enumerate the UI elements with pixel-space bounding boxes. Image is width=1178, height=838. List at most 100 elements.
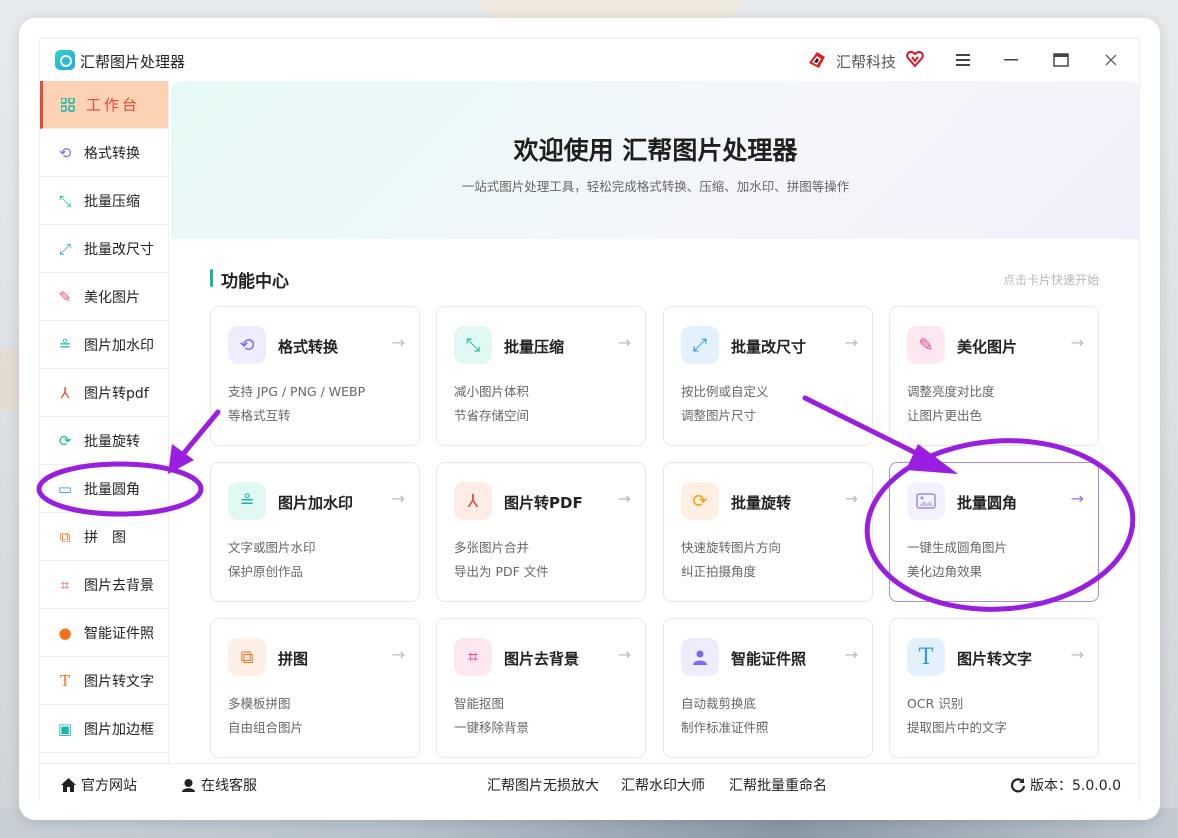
- vip-heart-icon[interactable]: [906, 50, 924, 68]
- card-desc: 文字或图片水印: [228, 540, 316, 555]
- card-title: 图片加水印: [278, 494, 354, 512]
- link-batch-rename[interactable]: 汇帮批量重命名: [729, 775, 827, 795]
- card-title: 智能证件照: [731, 650, 807, 668]
- card-compress[interactable]: ⤡ 批量压缩 → 减小图片体积 节省存储空间: [436, 306, 646, 446]
- border-icon: ▣: [57, 719, 73, 738]
- arrow-right-icon: →: [617, 333, 631, 352]
- website-link[interactable]: 官方网站: [60, 775, 137, 795]
- card-title: 批量改尺寸: [731, 338, 807, 356]
- sidebar-item-rounded-corner[interactable]: ▭ 批量圆角: [40, 465, 168, 513]
- card-id-photo[interactable]: 智能证件照 → 自动裁剪换底 制作标准证件照: [663, 618, 873, 758]
- sidebar-item-ocr[interactable]: T 图片转文字: [40, 657, 168, 705]
- arrow-right-icon: →: [844, 645, 858, 664]
- card-desc: 调整图片尺寸: [681, 408, 757, 423]
- welcome-title: 欢迎使用 汇帮图片处理器: [513, 136, 798, 165]
- minimize-button[interactable]: [997, 47, 1025, 73]
- card-collage[interactable]: ⧉ 拼图 → 多模板拼图 自由组合图片: [210, 618, 420, 758]
- compress-icon: ⤡: [58, 191, 71, 210]
- card-desc: 自动裁剪换底: [681, 696, 757, 711]
- resize-icon: ⤢: [681, 326, 719, 364]
- crop-icon: ⌗: [60, 575, 70, 594]
- convert-icon: ⟲: [228, 326, 266, 364]
- card-format-convert[interactable]: ⟲ 格式转换 → 支持 JPG / PNG / WEBP 等格式互转: [210, 306, 420, 446]
- image-icon: [907, 482, 945, 520]
- card-watermark[interactable]: ≗ 图片加水印 → 文字或图片水印 保护原创作品: [210, 462, 420, 602]
- card-beautify[interactable]: ✎ 美化图片 → 调整亮度对比度 让图片更出色: [889, 306, 1099, 446]
- card-desc: OCR 识别: [907, 696, 964, 711]
- sidebar-item-label: 美化图片: [84, 289, 140, 306]
- card-desc: 智能抠图: [454, 696, 505, 711]
- sidebar-item-label: 图片转文字: [84, 673, 154, 690]
- sidebar-item-rotate[interactable]: ⟳ 批量旋转: [40, 417, 168, 465]
- watermark-icon: ≗: [228, 482, 266, 520]
- sidebar-item-label: 图片转pdf: [84, 385, 149, 402]
- brand-name: 汇帮科技: [836, 53, 897, 71]
- pdf-icon: ⅄: [60, 383, 70, 402]
- app-logo-icon: [55, 50, 75, 70]
- sidebar: 工作台 ⟲ 格式转换 ⤡ 批量压缩 ⤢ 批量改尺寸 ✎ 美化图片 ≗ 图片加水印…: [40, 81, 169, 763]
- sidebar-item-to-pdf[interactable]: ⅄ 图片转pdf: [40, 369, 168, 417]
- sidebar-item-beautify[interactable]: ✎ 美化图片: [40, 273, 168, 321]
- sidebar-item-compress[interactable]: ⤡ 批量压缩: [40, 177, 168, 225]
- app-title: 汇帮图片处理器: [80, 53, 186, 71]
- card-desc: 美化边角效果: [907, 564, 983, 579]
- card-desc: 自由组合图片: [228, 720, 304, 735]
- text-icon: T: [907, 638, 945, 676]
- close-button[interactable]: [1097, 47, 1125, 73]
- card-to-pdf[interactable]: ⅄ 图片转PDF → 多张图片合并 导出为 PDF 文件: [436, 462, 646, 602]
- sidebar-item-remove-bg[interactable]: ⌗ 图片去背景: [40, 561, 168, 609]
- support-link[interactable]: 在线客服: [180, 775, 257, 795]
- collage-icon: ⧉: [228, 638, 266, 676]
- arrow-right-icon: →: [391, 489, 405, 508]
- website-label: 官方网站: [81, 778, 137, 794]
- menu-icon[interactable]: [949, 47, 977, 73]
- arrow-right-icon: →: [617, 489, 631, 508]
- link-watermark-master[interactable]: 汇帮水印大师: [621, 775, 705, 795]
- card-desc: 减小图片体积: [454, 384, 530, 399]
- sidebar-item-label: 批量旋转: [84, 433, 140, 450]
- sidebar-item-watermark[interactable]: ≗ 图片加水印: [40, 321, 168, 369]
- version-info[interactable]: 版本：5.0.0.0: [1010, 775, 1121, 795]
- link-lossless-upscale[interactable]: 汇帮图片无损放大: [487, 775, 599, 795]
- card-resize[interactable]: ⤢ 批量改尺寸 → 按比例或自定义 调整图片尺寸: [663, 306, 873, 446]
- sidebar-item-label: 格式转换: [84, 145, 140, 162]
- sidebar-item-label: 图片加水印: [84, 337, 154, 354]
- person-icon: [681, 638, 719, 676]
- card-desc: 一键生成圆角图片: [907, 540, 1008, 555]
- arrow-right-icon: →: [617, 645, 631, 664]
- resize-icon: ⤢: [58, 239, 71, 258]
- pdf-icon: ⅄: [454, 482, 492, 520]
- card-title: 图片转PDF: [504, 494, 583, 512]
- card-remove-bg[interactable]: ⌗ 图片去背景 → 智能抠图 一键移除背景: [436, 618, 646, 758]
- card-ocr[interactable]: T 图片转文字 → OCR 识别 提取图片中的文字: [889, 618, 1099, 758]
- maximize-button[interactable]: [1047, 47, 1075, 73]
- card-desc: 节省存储空间: [454, 408, 530, 423]
- watermark-icon: ≗: [58, 335, 72, 354]
- section-title: 功能中心: [221, 272, 289, 292]
- sidebar-item-border[interactable]: ▣ 图片加边框: [40, 705, 168, 753]
- card-desc: 等格式互转: [228, 408, 291, 423]
- footer-bar: 官方网站 在线客服 汇帮图片无损放大 汇帮水印大师 汇帮批量重命名 版本：5.0…: [40, 763, 1139, 803]
- support-label: 在线客服: [201, 778, 257, 794]
- section-hint: 点击卡片快速开始: [1002, 273, 1099, 287]
- card-desc: 让图片更出色: [907, 408, 983, 423]
- card-rotate[interactable]: ⟳ 批量旋转 → 快速旋转图片方向 纠正拍摄角度: [663, 462, 873, 602]
- beautify-icon: ✎: [907, 326, 945, 364]
- card-desc: 快速旋转图片方向: [681, 540, 782, 555]
- card-title: 拼图: [278, 650, 309, 668]
- sidebar-item-format-convert[interactable]: ⟲ 格式转换: [40, 129, 168, 177]
- arrow-right-icon: →: [844, 333, 858, 352]
- sidebar-item-workbench[interactable]: 工作台: [40, 81, 168, 129]
- card-rounded-corner[interactable]: 批量圆角 → 一键生成圆角图片 美化边角效果: [889, 462, 1099, 602]
- card-title: 批量旋转: [731, 494, 792, 512]
- card-desc: 多张图片合并: [454, 540, 530, 555]
- sidebar-item-collage[interactable]: ⧉ 拼 图: [40, 513, 168, 561]
- card-desc: 多模板拼图: [228, 696, 291, 711]
- arrow-right-icon: →: [1070, 489, 1084, 508]
- welcome-banner: 欢迎使用 汇帮图片处理器 一站式图片处理工具，轻松完成格式转换、压缩、加水印、拼…: [171, 81, 1140, 239]
- sidebar-item-id-photo[interactable]: ● 智能证件照: [40, 609, 168, 657]
- background-shape: [480, 0, 740, 18]
- rotate-icon: ⟳: [58, 431, 72, 450]
- card-title: 格式转换: [278, 338, 339, 356]
- sidebar-item-resize[interactable]: ⤢ 批量改尺寸: [40, 225, 168, 273]
